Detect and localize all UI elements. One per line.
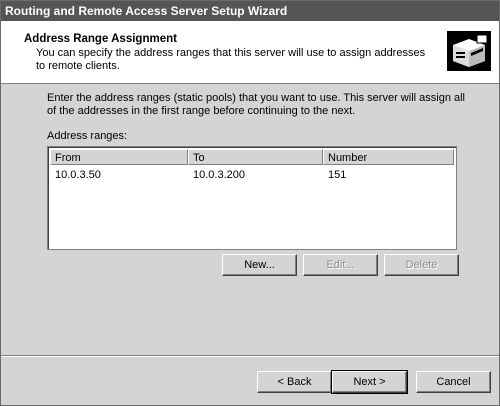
column-header-from[interactable]: From bbox=[50, 149, 188, 165]
footer-divider bbox=[1, 355, 499, 357]
title-bar[interactable]: Routing and Remote Access Server Setup W… bbox=[1, 1, 499, 21]
cell-from: 10.0.3.50 bbox=[55, 169, 101, 181]
new-button[interactable]: New... bbox=[222, 254, 297, 276]
cell-number: 151 bbox=[328, 169, 347, 181]
page-title: Address Range Assignment bbox=[24, 33, 177, 45]
table-row[interactable]: 10.0.3.50 10.0.3.200 151 bbox=[50, 167, 454, 183]
network-server-icon bbox=[447, 31, 491, 71]
wizard-header: Address Range Assignment You can specify… bbox=[1, 21, 499, 84]
column-header-to[interactable]: To bbox=[188, 149, 323, 165]
list-header: From To Number bbox=[50, 149, 454, 165]
cell-to: 10.0.3.200 bbox=[193, 169, 245, 181]
delete-button[interactable]: Delete bbox=[384, 254, 459, 276]
address-ranges-label: Address ranges: bbox=[47, 130, 128, 142]
cancel-button[interactable]: Cancel bbox=[416, 371, 491, 393]
wizard-window: Routing and Remote Access Server Setup W… bbox=[0, 0, 500, 406]
edit-button[interactable]: Edit... bbox=[303, 254, 378, 276]
next-button[interactable]: Next > bbox=[331, 370, 408, 394]
page-description: You can specify the address ranges that … bbox=[36, 47, 426, 72]
back-button[interactable]: < Back bbox=[257, 371, 332, 393]
address-ranges-list[interactable]: From To Number 10.0.3.50 10.0.3.200 151 bbox=[47, 146, 457, 250]
column-header-number[interactable]: Number bbox=[323, 149, 454, 165]
instructions-text: Enter the address ranges (static pools) … bbox=[47, 92, 465, 117]
